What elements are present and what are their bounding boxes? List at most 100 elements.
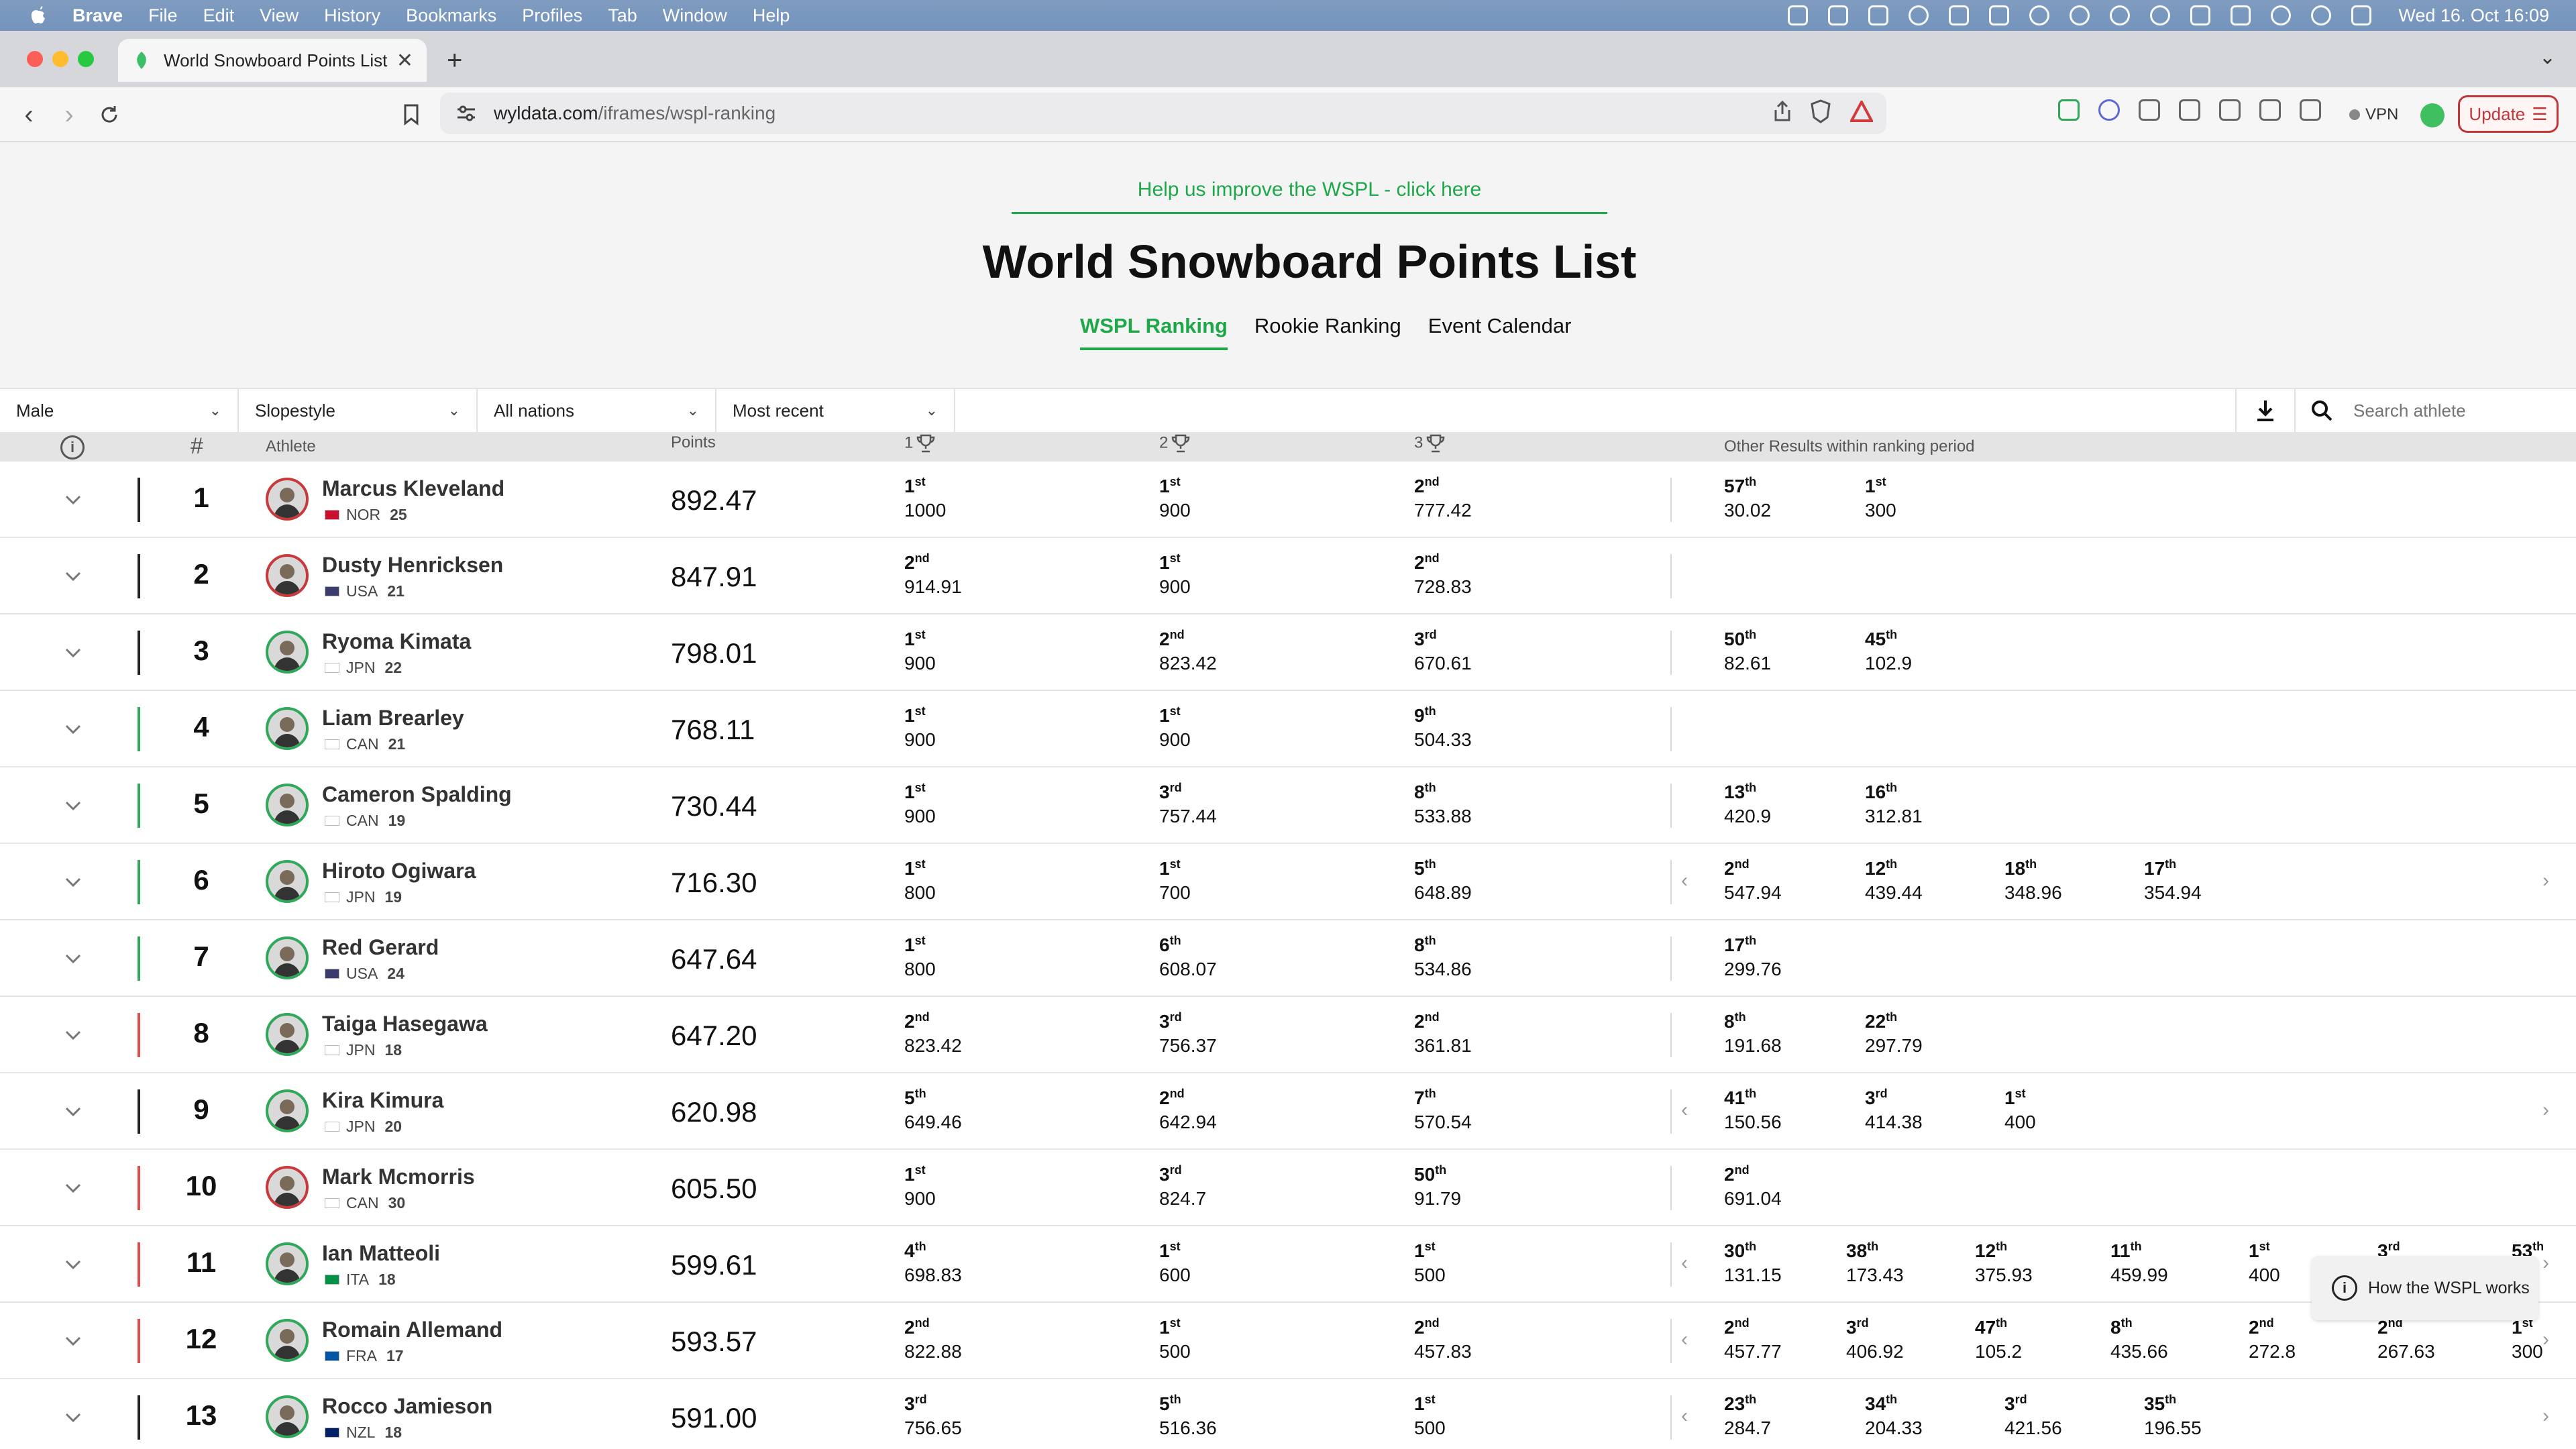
satellite-icon[interactable] [1949, 5, 1970, 25]
expand-chevron-icon[interactable] [63, 719, 83, 739]
nation-select[interactable]: All nations ⌄ [478, 388, 716, 433]
timer-icon[interactable] [2110, 5, 2131, 25]
athlete-name[interactable]: Ryoma Kimata [322, 629, 471, 654]
how-wspl-works-button[interactable]: i How the WSPL works [2312, 1256, 2538, 1320]
spotlight-search-icon[interactable] [2311, 5, 2332, 25]
leo-ai-icon[interactable] [2300, 99, 2321, 121]
expand-chevron-icon[interactable] [63, 1178, 83, 1198]
info-icon[interactable]: i [60, 435, 85, 460]
table-row[interactable]: 7 Red Gerard USA 24 647.64 1st 800 6th 608.07 8th… [0, 920, 2576, 997]
profile-avatar[interactable] [2420, 103, 2445, 127]
expand-chevron-icon[interactable] [63, 643, 83, 663]
menu-bookmarks[interactable]: Bookmarks [406, 5, 496, 26]
expand-chevron-icon[interactable] [63, 1254, 83, 1275]
athlete-name[interactable]: Hiroto Ogiwara [322, 859, 476, 883]
athlete-name[interactable]: Marcus Kleveland [322, 476, 504, 501]
expand-chevron-icon[interactable] [63, 1331, 83, 1351]
help-improve-link[interactable]: Help us improve the WSPL - click here [1012, 178, 1607, 214]
expand-chevron-icon[interactable] [63, 1025, 83, 1045]
avatar[interactable] [266, 936, 309, 979]
menu-view[interactable]: View [260, 5, 299, 26]
menubar-clock[interactable]: Wed 16. Oct 16:09 [2398, 5, 2549, 26]
expand-chevron-icon[interactable] [63, 872, 83, 892]
play-icon[interactable] [2070, 5, 2090, 25]
tab-list-chevron-icon[interactable]: ⌄ [2539, 46, 2556, 69]
control-center-icon[interactable] [2351, 5, 2372, 25]
address-bar[interactable]: wyldata.com/iframes/wspl-ranking [440, 93, 1886, 134]
avatar[interactable] [266, 478, 309, 521]
table-row[interactable]: 6 Hiroto Ogiwara JPN 19 716.30 1st 800 1st 700 5t… [0, 844, 2576, 920]
update-button[interactable]: Update ☰ [2458, 95, 2559, 133]
menu-file[interactable]: File [148, 5, 178, 26]
forward-button[interactable]: › [54, 99, 85, 130]
avatar[interactable] [266, 707, 309, 750]
apple-logo-icon[interactable] [27, 4, 50, 27]
evernote-icon[interactable] [1909, 5, 1929, 25]
avatar[interactable] [266, 1166, 309, 1209]
athlete-name[interactable]: Kira Kimura [322, 1088, 443, 1113]
search-icon[interactable] [2310, 399, 2333, 422]
expand-chevron-icon[interactable] [63, 796, 83, 816]
back-button[interactable]: ‹ [13, 99, 44, 130]
new-tab-button[interactable]: + [447, 46, 462, 76]
share-icon[interactable] [1774, 100, 1791, 127]
user-icon[interactable] [2150, 5, 2171, 25]
avatar[interactable] [266, 1319, 309, 1362]
sidebar-icon[interactable] [2219, 99, 2241, 121]
expand-chevron-icon[interactable] [63, 1407, 83, 1428]
table-row[interactable]: 5 Cameron Spalding CAN 19 730.44 1st 900 3rd 757… [0, 767, 2576, 844]
extension-gear-icon[interactable] [2098, 99, 2120, 121]
athlete-name[interactable]: Taiga Hasegawa [322, 1012, 488, 1036]
menu-app-name[interactable]: Brave [72, 5, 123, 26]
extension-mountain-icon[interactable] [2058, 99, 2080, 121]
scroll-left-arrow-icon[interactable]: ‹ [1681, 1099, 1688, 1122]
table-row[interactable]: 13 Rocco Jamieson NZL 18 591.00 3rd 756.65 5th 5… [0, 1379, 2576, 1449]
athlete-name[interactable]: Cameron Spalding [322, 782, 512, 807]
scroll-left-arrow-icon[interactable]: ‹ [1681, 869, 1688, 892]
athlete-name[interactable]: Red Gerard [322, 935, 439, 960]
tab-rookie-ranking[interactable]: Rookie Ranking [1254, 314, 1401, 350]
table-row[interactable]: 10 Mark Mcmorris CAN 30 605.50 1st 900 3rd 824.7… [0, 1150, 2576, 1226]
athlete-name[interactable]: Ian Matteoli [322, 1241, 440, 1266]
avatar[interactable] [266, 1395, 309, 1438]
avatar[interactable] [266, 860, 309, 903]
scroll-right-arrow-icon[interactable]: › [2542, 1328, 2549, 1351]
avatar[interactable] [266, 554, 309, 597]
table-row[interactable]: 3 Ryoma Kimata JPN 22 798.01 1st 900 2nd 823.42 3… [0, 614, 2576, 691]
menu-profiles[interactable]: Profiles [522, 5, 582, 26]
reload-button[interactable] [94, 99, 125, 130]
menu-help[interactable]: Help [753, 5, 790, 26]
brave-shields-icon[interactable] [1810, 99, 1831, 128]
scroll-right-arrow-icon[interactable]: › [2542, 1405, 2549, 1428]
browser-tab-active[interactable]: World Snowboard Points List ✕ [118, 39, 427, 82]
table-row[interactable]: 12 Romain Allemand FRA 17 593.57 2nd 822.88 1st… [0, 1303, 2576, 1379]
avatar[interactable] [266, 784, 309, 826]
menu-window[interactable]: Window [663, 5, 727, 26]
avatar[interactable] [266, 1089, 309, 1132]
menu-edit[interactable]: Edit [203, 5, 235, 26]
scroll-right-arrow-icon[interactable]: › [2542, 869, 2549, 892]
gender-select[interactable]: Male ⌄ [0, 388, 239, 433]
discipline-select[interactable]: Slopestyle ⌄ [239, 388, 478, 433]
scroll-left-arrow-icon[interactable]: ‹ [1681, 1252, 1688, 1275]
extension-recycle-icon[interactable] [2139, 99, 2160, 121]
athlete-name[interactable]: Mark Mcmorris [322, 1165, 475, 1189]
expand-chevron-icon[interactable] [63, 1102, 83, 1122]
scroll-left-arrow-icon[interactable]: ‹ [1681, 1405, 1688, 1428]
shield-icon[interactable] [1989, 5, 2010, 25]
elephant-icon[interactable] [2029, 5, 2050, 25]
download-button[interactable] [2237, 388, 2296, 433]
avatar[interactable] [266, 1242, 309, 1285]
bluetooth-icon[interactable] [2190, 5, 2211, 25]
table-row[interactable]: 8 Taiga Hasegawa JPN 18 647.20 2nd 823.42 3rd 75… [0, 997, 2576, 1073]
table-row[interactable]: 1 Marcus Kleveland NOR 25 892.47 1st 1000 1st 90… [0, 462, 2576, 538]
extensions-puzzle-icon[interactable] [2179, 99, 2200, 121]
site-settings-icon[interactable] [456, 105, 476, 122]
table-row[interactable]: 9 Kira Kimura JPN 20 620.98 5th 649.46 2nd 642.9… [0, 1073, 2576, 1150]
avatar[interactable] [266, 1013, 309, 1056]
menu-tab[interactable]: Tab [608, 5, 637, 26]
wallet-icon[interactable] [2259, 99, 2281, 121]
notion-icon[interactable] [1828, 5, 1849, 25]
expand-chevron-icon[interactable] [63, 490, 83, 510]
sort-select[interactable]: Most recent ⌄ [716, 388, 955, 433]
